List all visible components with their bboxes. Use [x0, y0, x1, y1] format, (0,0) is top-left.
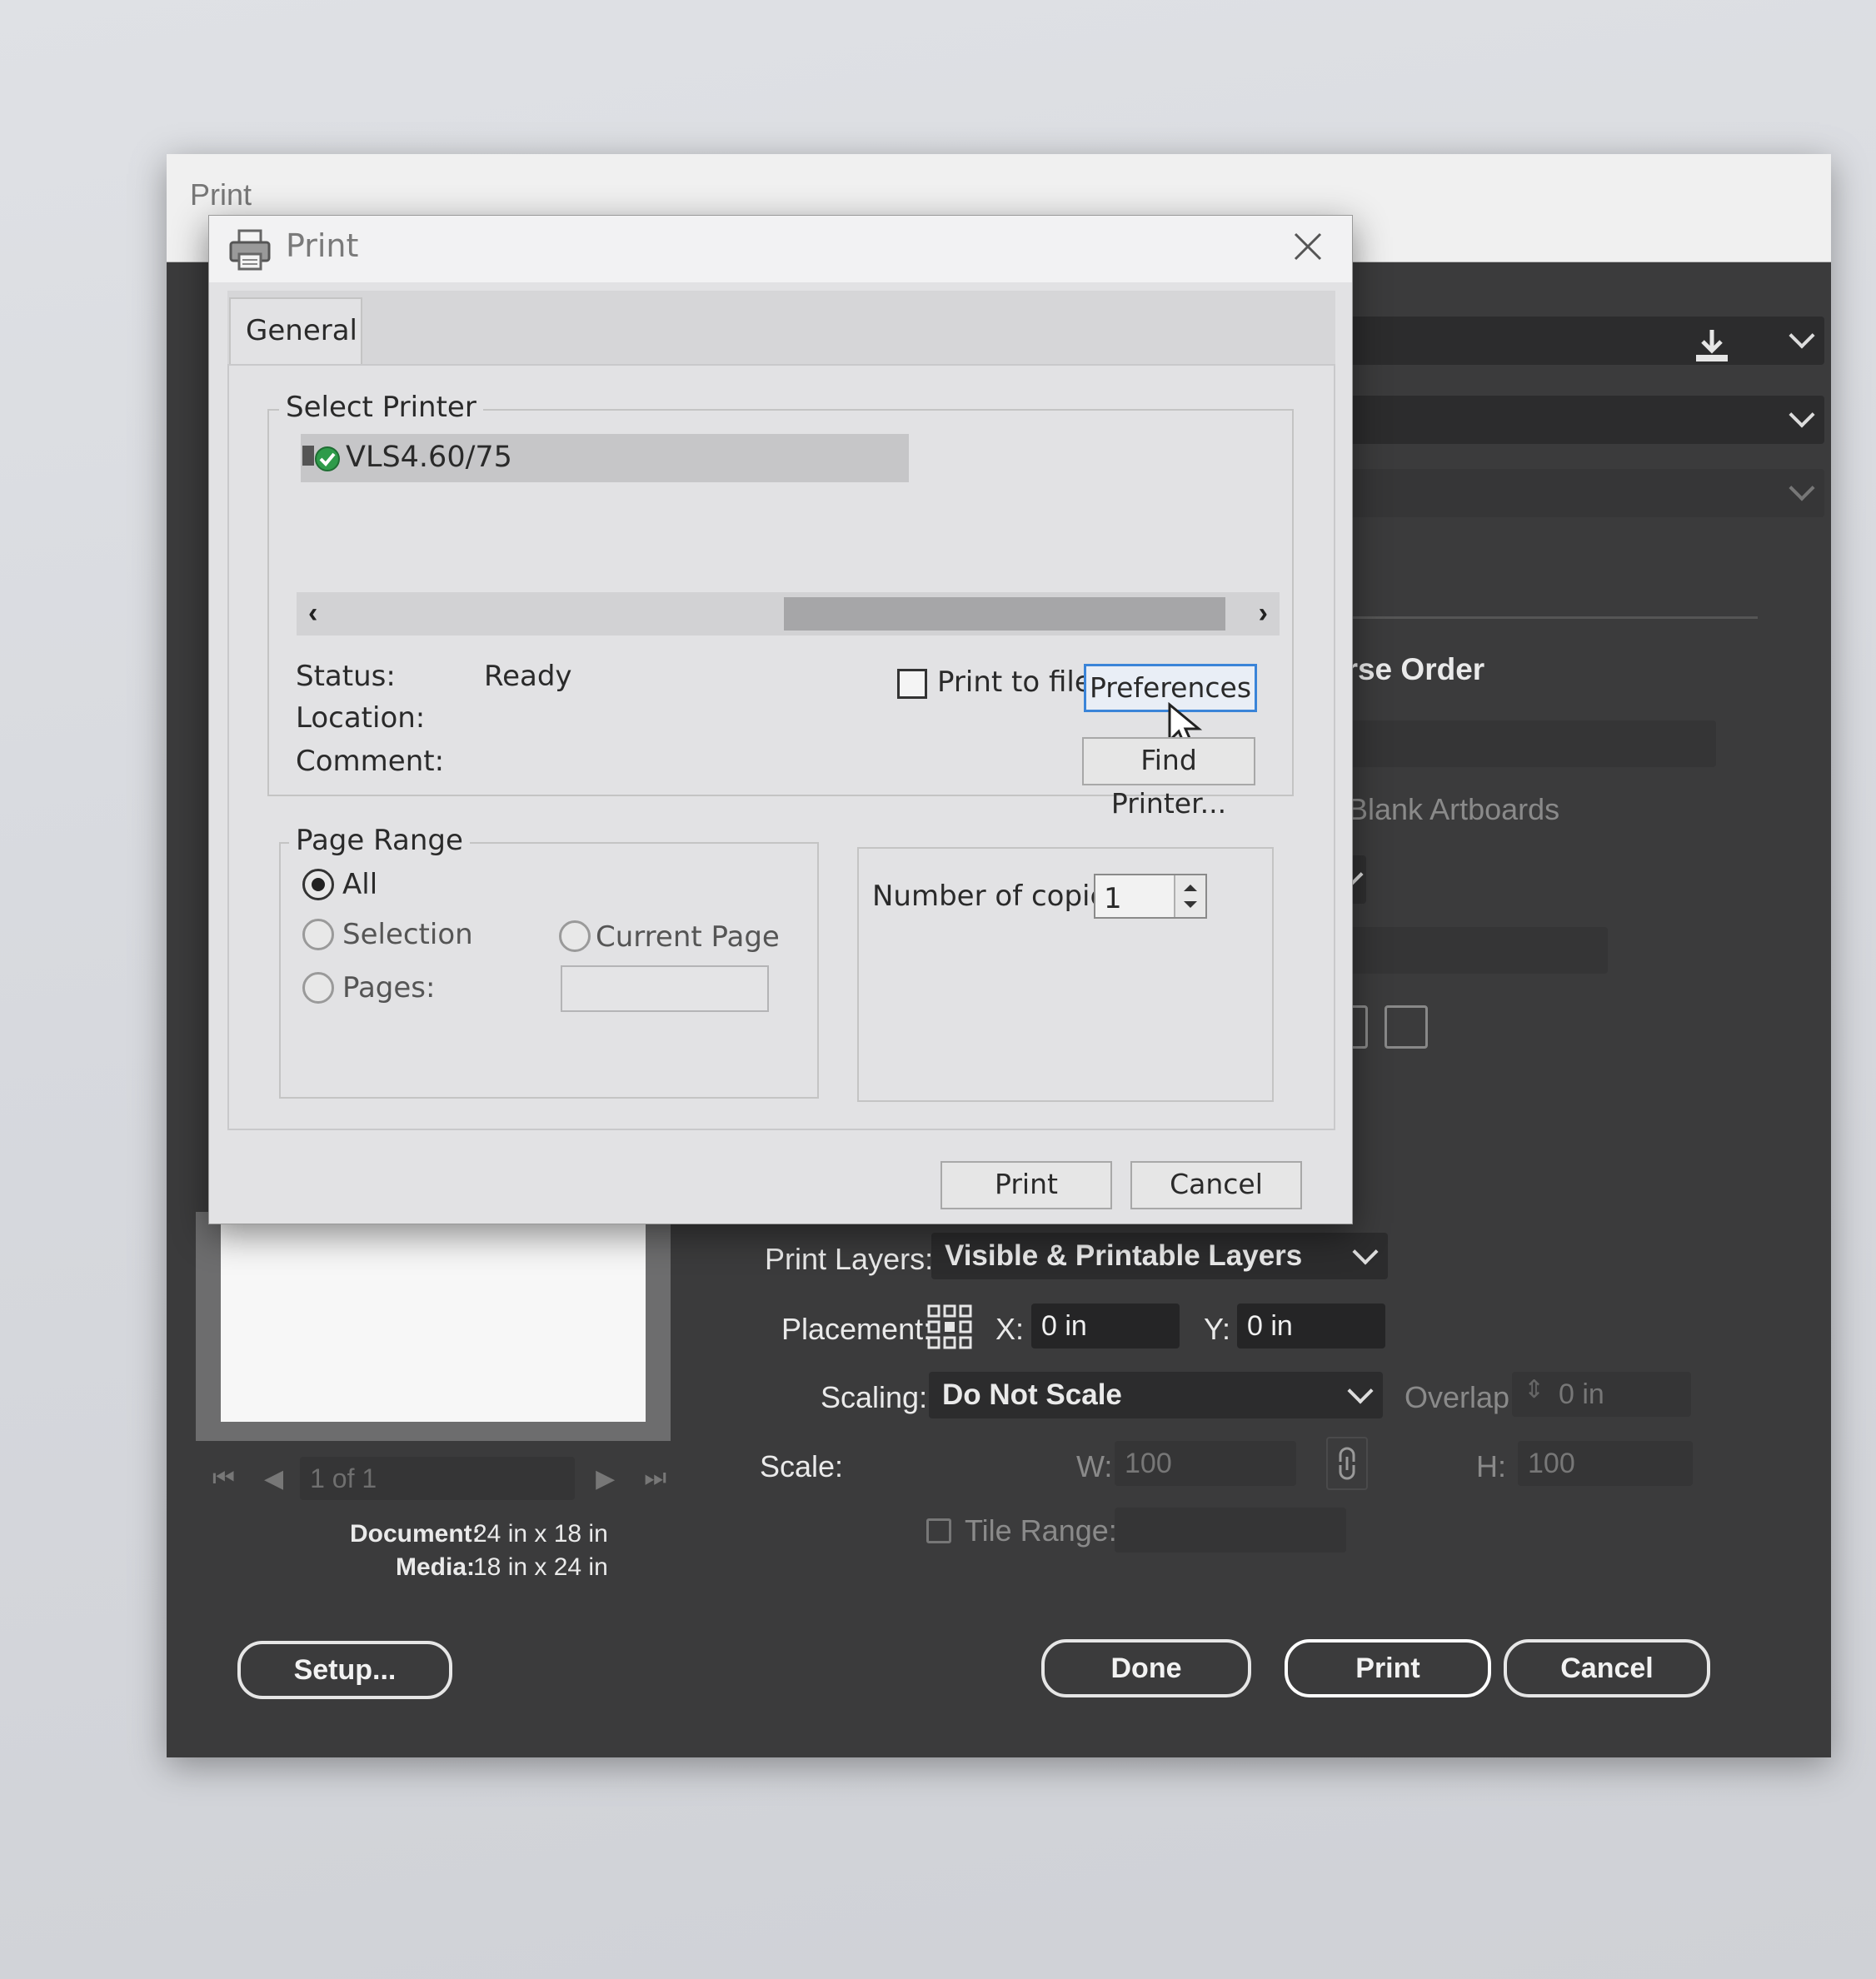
printer-list-item[interactable]: VLS4.60/75	[301, 434, 909, 482]
all-radio[interactable]	[302, 869, 334, 900]
selection-radio[interactable]	[302, 919, 334, 950]
skip-blank-artboards-label: Blank Artboards	[1348, 792, 1560, 826]
scaling-label: Scaling:	[821, 1380, 928, 1414]
print-button[interactable]: Print	[1285, 1639, 1491, 1697]
page-counter[interactable]: 1 of 1	[300, 1457, 576, 1500]
location-label: Location:	[296, 701, 426, 735]
print-preview-area	[196, 1212, 671, 1441]
media-size-label: Media:	[396, 1553, 476, 1581]
pages-field[interactable]	[561, 965, 769, 1012]
done-button[interactable]: Done	[1041, 1639, 1251, 1697]
current-page-label: Current Page	[596, 920, 780, 954]
x-field[interactable]: 0 in	[1031, 1304, 1180, 1348]
document-size-value: 24 in x 18 in	[473, 1520, 608, 1548]
constrain-proportions-icon[interactable]	[1326, 1437, 1368, 1490]
print-layers-value: Visible & Printable Layers	[945, 1239, 1303, 1272]
dialog-print-button[interactable]: Print	[940, 1161, 1112, 1209]
print-to-file-label: Print to file	[937, 665, 1092, 699]
copies-label: Number of copies:	[872, 880, 1132, 913]
media-size-value: 18 in x 24 in	[473, 1553, 608, 1581]
y-label: Y:	[1204, 1312, 1231, 1346]
scaling-value: Do Not Scale	[942, 1378, 1122, 1411]
print-dialog-title: Print	[286, 227, 359, 264]
print-dialog-titlebar: Print	[209, 216, 1352, 282]
overlap-stepper-icon[interactable]: ⇕	[1524, 1375, 1544, 1404]
next-page-icon[interactable]: ▶	[596, 1464, 615, 1493]
current-page-radio[interactable]	[559, 920, 591, 952]
green-check-icon	[302, 441, 341, 476]
windows-print-dialog: Print General Select Printer VLS4.60/75 …	[208, 215, 1353, 1224]
prev-page-icon[interactable]: ◀	[264, 1464, 283, 1493]
placement-grid-icon[interactable]	[926, 1304, 973, 1350]
document-size-label: Document:	[350, 1520, 481, 1548]
overlap-field[interactable]: ⇕ 0 in	[1512, 1372, 1691, 1417]
pages-label: Pages:	[342, 971, 436, 1004]
copies-field[interactable]: 1	[1094, 874, 1207, 919]
tile-range-checkbox[interactable]	[926, 1518, 951, 1543]
tab-general-label: General	[246, 314, 357, 347]
selection-label: Selection	[342, 918, 473, 951]
cancel-button[interactable]: Cancel	[1504, 1639, 1710, 1697]
landscape-orientation-icon[interactable]	[1385, 1005, 1428, 1049]
save-preset-icon[interactable]	[1691, 325, 1733, 366]
overlap-label: Overlap:	[1405, 1380, 1519, 1414]
scale-h-label: H:	[1476, 1449, 1506, 1483]
copies-spinner[interactable]	[1174, 875, 1205, 917]
setup-button[interactable]: Setup...	[237, 1641, 452, 1699]
media-width-field[interactable]	[1333, 927, 1608, 974]
copies-value: 1	[1104, 882, 1122, 915]
status-label: Status:	[296, 660, 396, 693]
tile-range-label: Tile Range:	[965, 1513, 1117, 1548]
scrollbar-thumb[interactable]	[784, 597, 1225, 631]
page-range-label: Page Range	[289, 824, 470, 857]
scaling-dropdown[interactable]: Do Not Scale	[929, 1372, 1383, 1418]
artboard-range-field[interactable]	[1333, 720, 1716, 767]
scroll-right-icon[interactable]: ›	[1259, 597, 1268, 630]
scale-h-field[interactable]: 100	[1518, 1441, 1693, 1486]
close-icon[interactable]	[1287, 226, 1329, 267]
tab-strip	[227, 291, 1335, 364]
tab-general[interactable]: General	[229, 297, 362, 366]
scale-label: Scale:	[760, 1449, 844, 1483]
dialog-cancel-button[interactable]: Cancel	[1130, 1161, 1302, 1209]
pages-radio[interactable]	[302, 972, 334, 1004]
y-field[interactable]: 0 in	[1237, 1304, 1385, 1348]
last-page-icon[interactable]: ⏭	[644, 1464, 666, 1493]
print-to-file-checkbox[interactable]	[897, 669, 927, 699]
all-label: All	[342, 868, 378, 901]
printer-list-scrollbar[interactable]: ‹ ›	[297, 592, 1280, 636]
scale-w-field[interactable]: 100	[1115, 1441, 1296, 1486]
comment-label: Comment:	[296, 745, 445, 778]
print-layers-dropdown[interactable]: Visible & Printable Layers	[931, 1233, 1388, 1279]
find-printer-button[interactable]: Find Printer...	[1082, 737, 1255, 820]
scroll-left-icon[interactable]: ‹	[308, 597, 317, 630]
select-printer-label: Select Printer	[279, 391, 483, 424]
x-label: X:	[995, 1312, 1025, 1346]
printer-icon	[227, 227, 272, 272]
tile-range-field[interactable]	[1115, 1508, 1346, 1553]
divider	[1316, 616, 1758, 619]
scale-w-label: W:	[1076, 1449, 1113, 1483]
print-layers-label: Print Layers:	[765, 1242, 934, 1276]
printer-name: VLS4.60/75	[346, 441, 512, 474]
preview-page	[221, 1212, 646, 1422]
placement-label: Placement:	[781, 1312, 932, 1346]
overlap-value: 0 in	[1559, 1378, 1604, 1410]
illustrator-title: Print	[190, 177, 252, 212]
first-page-icon[interactable]: ⏮	[212, 1464, 235, 1493]
preview-navigation: ⏮ ◀ 1 of 1 ▶ ⏭	[200, 1453, 675, 1503]
status-value: Ready	[484, 660, 572, 693]
